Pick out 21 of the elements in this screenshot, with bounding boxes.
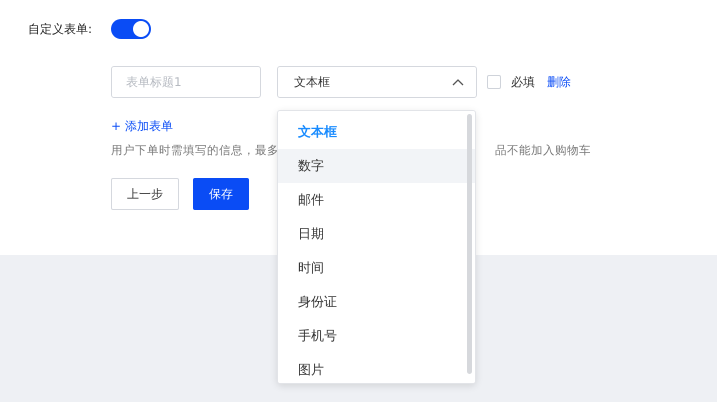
required-checkbox[interactable] (487, 75, 501, 89)
title-field[interactable]: 表单标题1 (111, 66, 261, 98)
hint-text: 品不能加入购物车 (495, 143, 591, 158)
dropdown-option[interactable]: 数字 (278, 149, 475, 183)
dropdown-option[interactable]: 手机号 (278, 319, 475, 353)
caret-icon (452, 78, 464, 86)
required-label: 必填 (511, 74, 535, 90)
scrollbar[interactable] (467, 114, 472, 374)
save-button[interactable]: 保存 (193, 178, 249, 210)
dropdown-option[interactable]: 邮件 (278, 183, 475, 217)
toggle-switch[interactable] (111, 19, 151, 39)
add-form-link[interactable]: + 添加表单 (111, 118, 173, 135)
field-label: 自定义表单: (28, 20, 94, 38)
dropdown-option[interactable]: 图片 (278, 353, 475, 383)
back-button[interactable]: 上一步 (111, 178, 179, 210)
delete-link[interactable]: 删除 (547, 74, 571, 90)
dropdown-option[interactable]: 时间 (278, 251, 475, 285)
hint-text: 用户下单时需填写的信息，最多 (111, 143, 279, 158)
type-select[interactable]: 文本框 (277, 66, 477, 98)
dropdown-option[interactable]: 身份证 (278, 285, 475, 319)
dropdown-option[interactable]: 日期 (278, 217, 475, 251)
